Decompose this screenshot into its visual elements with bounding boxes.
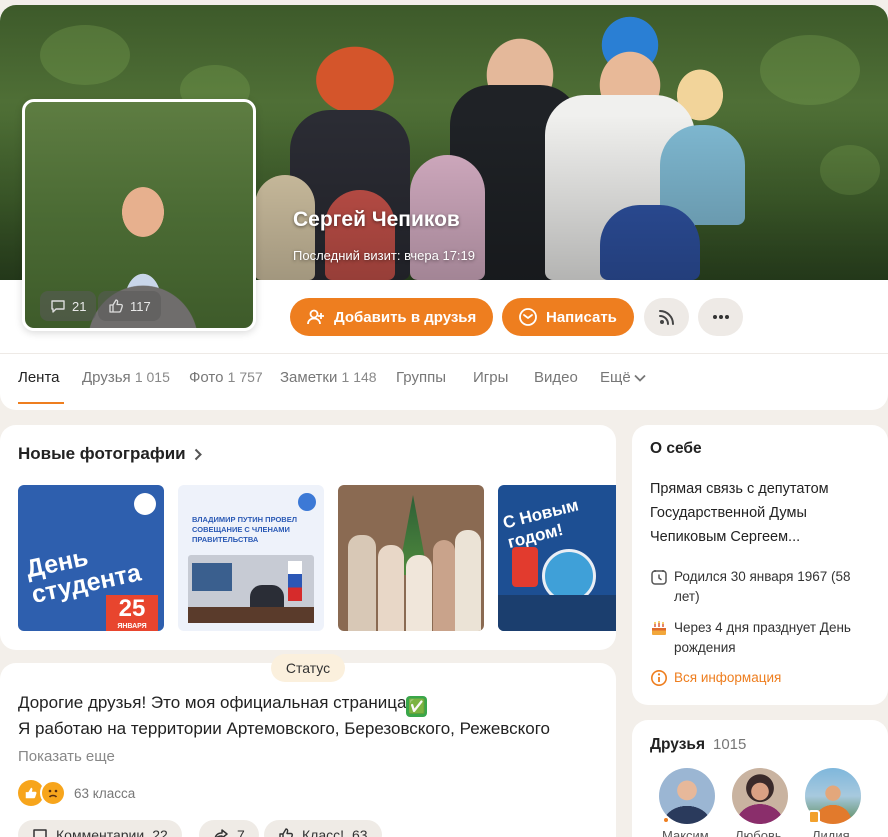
badge-icon xyxy=(808,810,820,824)
share-button[interactable]: 7 xyxy=(199,820,259,837)
friends-count: 1015 xyxy=(713,736,747,753)
friend-name[interactable]: Любовь xyxy=(735,828,782,837)
photo-thumb-student-day[interactable]: День студента 25 ЯНВАРЯ xyxy=(18,485,164,631)
tabs-divider xyxy=(0,353,888,354)
chevron-right-icon xyxy=(194,448,202,460)
comment-icon xyxy=(33,829,47,837)
avatar-likes[interactable]: 117 xyxy=(98,291,161,321)
friends-title: Друзья xyxy=(650,736,705,753)
thumbs-up-icon xyxy=(279,828,293,837)
avatar-likes-count: 117 xyxy=(130,298,151,314)
about-text-line: Государственной Думы xyxy=(650,505,807,521)
tab-photos[interactable]: Фото 1 757 xyxy=(189,369,263,386)
tab-friends[interactable]: Друзья 1 015 xyxy=(82,369,170,386)
new-photos-title: Новые фотографии xyxy=(18,444,186,463)
about-title: О себе xyxy=(650,440,702,457)
rss-icon xyxy=(658,310,674,325)
tab-more[interactable]: Ещё xyxy=(600,369,646,386)
chevron-down-icon xyxy=(634,374,646,382)
friend-name[interactable]: Лидия xyxy=(812,828,850,837)
more-actions-button[interactable] xyxy=(698,298,743,336)
check-icon: ✅ xyxy=(406,696,428,717)
status-badge: Статус xyxy=(271,654,345,682)
share-icon xyxy=(214,829,228,837)
subscribe-button[interactable] xyxy=(644,298,689,336)
photo-thumb-date-badge: 25 ЯНВАРЯ xyxy=(106,595,158,631)
logo-icon xyxy=(298,493,316,511)
upcoming-birthday-text: Через 4 дня празднует День xyxy=(674,620,851,635)
about-text-line: Прямая связь с депутатом xyxy=(650,481,829,497)
sad-face-reaction-icon xyxy=(40,780,66,806)
add-friend-label: Добавить в друзья xyxy=(334,308,477,326)
tab-feed[interactable]: Лента xyxy=(18,369,60,386)
online-indicator xyxy=(662,816,670,824)
avatar-comments[interactable]: 21 xyxy=(40,291,97,321)
flag-icon xyxy=(512,547,538,587)
about-card xyxy=(632,425,888,705)
add-friend-button[interactable]: Добавить в друзья xyxy=(290,298,493,336)
reaction-icons xyxy=(18,780,66,806)
last-visit: Последний визит: вчера 17:19 xyxy=(293,248,475,263)
logo-icon xyxy=(134,493,156,515)
photo-thumb-family[interactable] xyxy=(338,485,484,631)
comments-button[interactable]: Комментарии 22 xyxy=(18,820,182,837)
photo-thumb-new-year[interactable]: С Новым годом! xyxy=(498,485,616,631)
cake-icon xyxy=(652,621,666,635)
write-message-button[interactable]: Написать xyxy=(502,298,634,336)
about-text-line: Чепиковым Сергеем... xyxy=(650,529,801,545)
post-text-line-1: Дорогие друзья! Это моя официальная стра… xyxy=(18,693,428,717)
all-info-label: Вся информация xyxy=(674,670,782,685)
upcoming-birthday-info: Через 4 дня празднует День рождения xyxy=(650,618,851,658)
shares-count: 7 xyxy=(237,827,245,837)
avatar-comments-count: 21 xyxy=(72,298,87,314)
about-text: Прямая связь с депутатом Государственной… xyxy=(650,477,829,549)
info-icon xyxy=(651,670,667,686)
profile-name: Сергей Чепиков xyxy=(293,208,460,231)
more-dots-icon xyxy=(712,315,729,319)
reactions-summary[interactable]: 63 класса xyxy=(18,780,135,806)
born-text: Родился 30 января 1967 (58 xyxy=(674,569,851,584)
mail-icon xyxy=(519,308,537,326)
profile-header-card: Сергей Чепиков Последний визит: вчера 17… xyxy=(0,5,888,410)
add-user-icon xyxy=(307,309,324,325)
active-tab-indicator xyxy=(18,402,64,404)
post-text: Дорогие друзья! Это моя официальная стра… xyxy=(18,693,407,712)
write-label: Написать xyxy=(546,308,617,326)
comment-icon xyxy=(51,300,65,313)
photo-thumb-greeting: С Новым годом! xyxy=(500,495,581,552)
born-text-age: лет) xyxy=(674,589,700,604)
tab-notes[interactable]: Заметки 1 148 xyxy=(280,369,377,386)
likes-label: Класс! xyxy=(302,827,344,837)
reactions-count: 63 класса xyxy=(74,785,136,801)
tab-video[interactable]: Видео xyxy=(534,369,578,386)
post-text-line-2: Я работаю на территории Артемовского, Бе… xyxy=(18,719,550,738)
friend-name[interactable]: Максим xyxy=(662,828,709,837)
clock-icon xyxy=(651,570,667,585)
likes-count: 63 xyxy=(352,827,368,837)
comments-count: 22 xyxy=(152,827,168,837)
photo-thumb-headline: ВЛАДИМИР ПУТИН ПРОВЕЛ СОВЕЩАНИЕ С ЧЛЕНАМ… xyxy=(192,515,297,544)
photo-thumb-image xyxy=(188,555,314,623)
all-info-link[interactable]: Вся информация xyxy=(650,668,781,688)
show-more-link[interactable]: Показать еще xyxy=(18,748,115,765)
like-button[interactable]: Класс! 63 xyxy=(264,820,382,837)
tab-games[interactable]: Игры xyxy=(473,369,508,386)
upcoming-birthday-text-2: рождения xyxy=(674,640,736,655)
friend-avatar[interactable] xyxy=(732,768,788,824)
thumbs-up-icon xyxy=(109,299,123,313)
avatar[interactable]: 21 117 xyxy=(22,99,256,331)
new-photos-header[interactable]: Новые фотографии xyxy=(18,444,202,464)
comments-label: Комментарии xyxy=(56,827,145,837)
friends-header[interactable]: Друзья 1015 xyxy=(650,736,746,754)
tab-groups[interactable]: Группы xyxy=(396,369,446,386)
photo-thumb-meeting[interactable]: ВЛАДИМИР ПУТИН ПРОВЕЛ СОВЕЩАНИЕ С ЧЛЕНАМ… xyxy=(178,485,324,631)
birthday-info: Родился 30 января 1967 (58 лет) xyxy=(650,567,851,607)
